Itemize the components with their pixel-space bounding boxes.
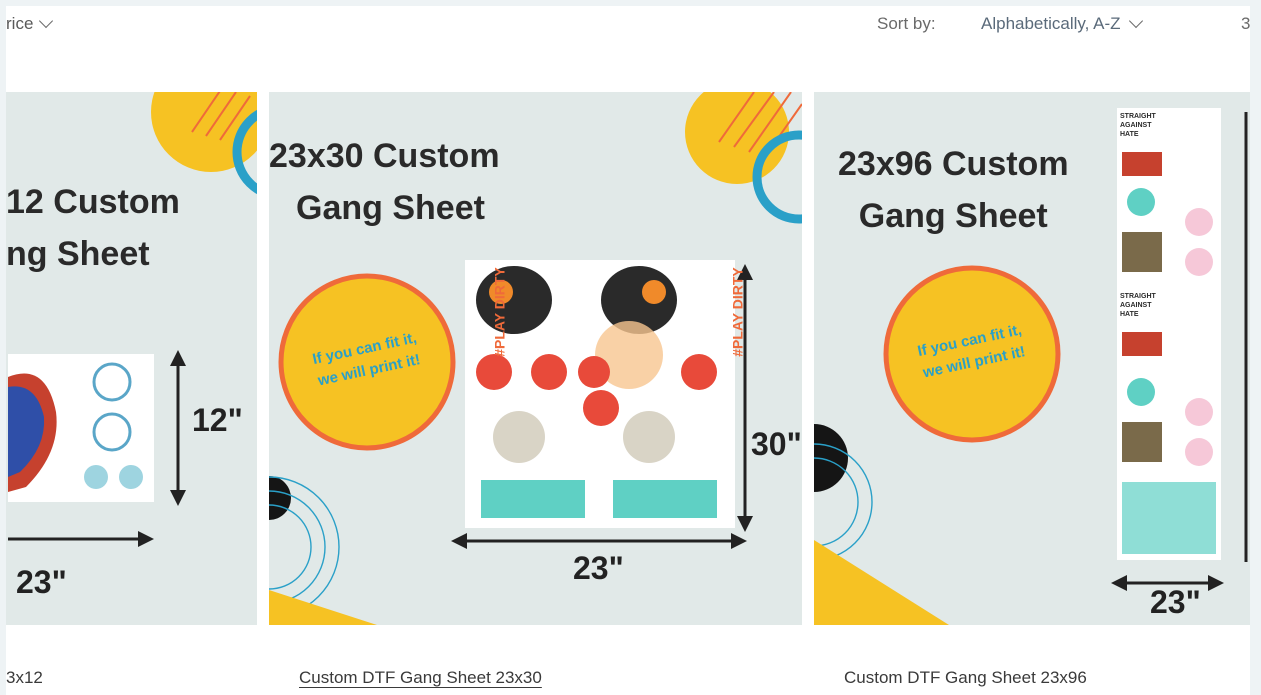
collection-toolbar: rice Sort by: Alphabetically, A-Z 3 (0, 0, 1261, 60)
sticker-text: STRAIGHT AGAINST HATE (1120, 113, 1156, 138)
product-image-12[interactable]: 12 Custom ng Sheet 12" 23" (6, 92, 257, 625)
height-label: 30" (751, 426, 802, 462)
width-label: 23" (573, 550, 624, 586)
product-image-23x96[interactable]: STRAIGHT AGAINST HATE STRAIGHT AGAINST H… (814, 92, 1250, 625)
product-title-link[interactable]: 3x12 (6, 668, 43, 688)
sticker-side-text: #PLAY DIRTY (491, 267, 508, 357)
sort-select[interactable]: Alphabetically, A-Z (981, 13, 1143, 34)
width-label: 23" (16, 564, 67, 600)
image-title: 12 Custom ng Sheet (6, 176, 180, 280)
image-title-line: 23x30 Custom (269, 137, 500, 175)
chevron-down-icon (39, 13, 54, 29)
product-title-link[interactable]: Custom DTF Gang Sheet 23x96 (844, 668, 1087, 688)
price-filter-label: rice (6, 14, 34, 33)
height-label: 12" (192, 402, 243, 438)
product-image-23x30[interactable]: 23x30 Custom Gang Sheet If you can fit i… (269, 92, 802, 625)
image-title-line: ng Sheet (6, 235, 150, 273)
width-label: 23" (1150, 584, 1201, 620)
image-title-line: Gang Sheet (858, 197, 1048, 235)
price-filter-dropdown[interactable]: rice (6, 13, 54, 34)
image-title: 23x96 Custom Gang Sheet (838, 138, 1069, 242)
image-title-line: 12 Custom (6, 183, 180, 221)
sticker-side-text: #PLAY DIRTY (729, 267, 746, 357)
image-title-line: Gang Sheet (296, 189, 485, 227)
image-title: 23x30 Custom Gang Sheet (269, 130, 500, 234)
chevron-down-icon (1128, 13, 1143, 29)
decorative-shapes (8, 92, 257, 547)
image-title-line: 23x96 Custom (838, 145, 1069, 183)
product-count: 3 (1241, 14, 1251, 33)
product-title-link[interactable]: Custom DTF Gang Sheet 23x30 (299, 668, 542, 688)
sort-by-label: Sort by: (877, 14, 936, 33)
sort-select-value: Alphabetically, A-Z (981, 14, 1121, 33)
sticker-text: STRAIGHT AGAINST HATE (1120, 293, 1156, 318)
